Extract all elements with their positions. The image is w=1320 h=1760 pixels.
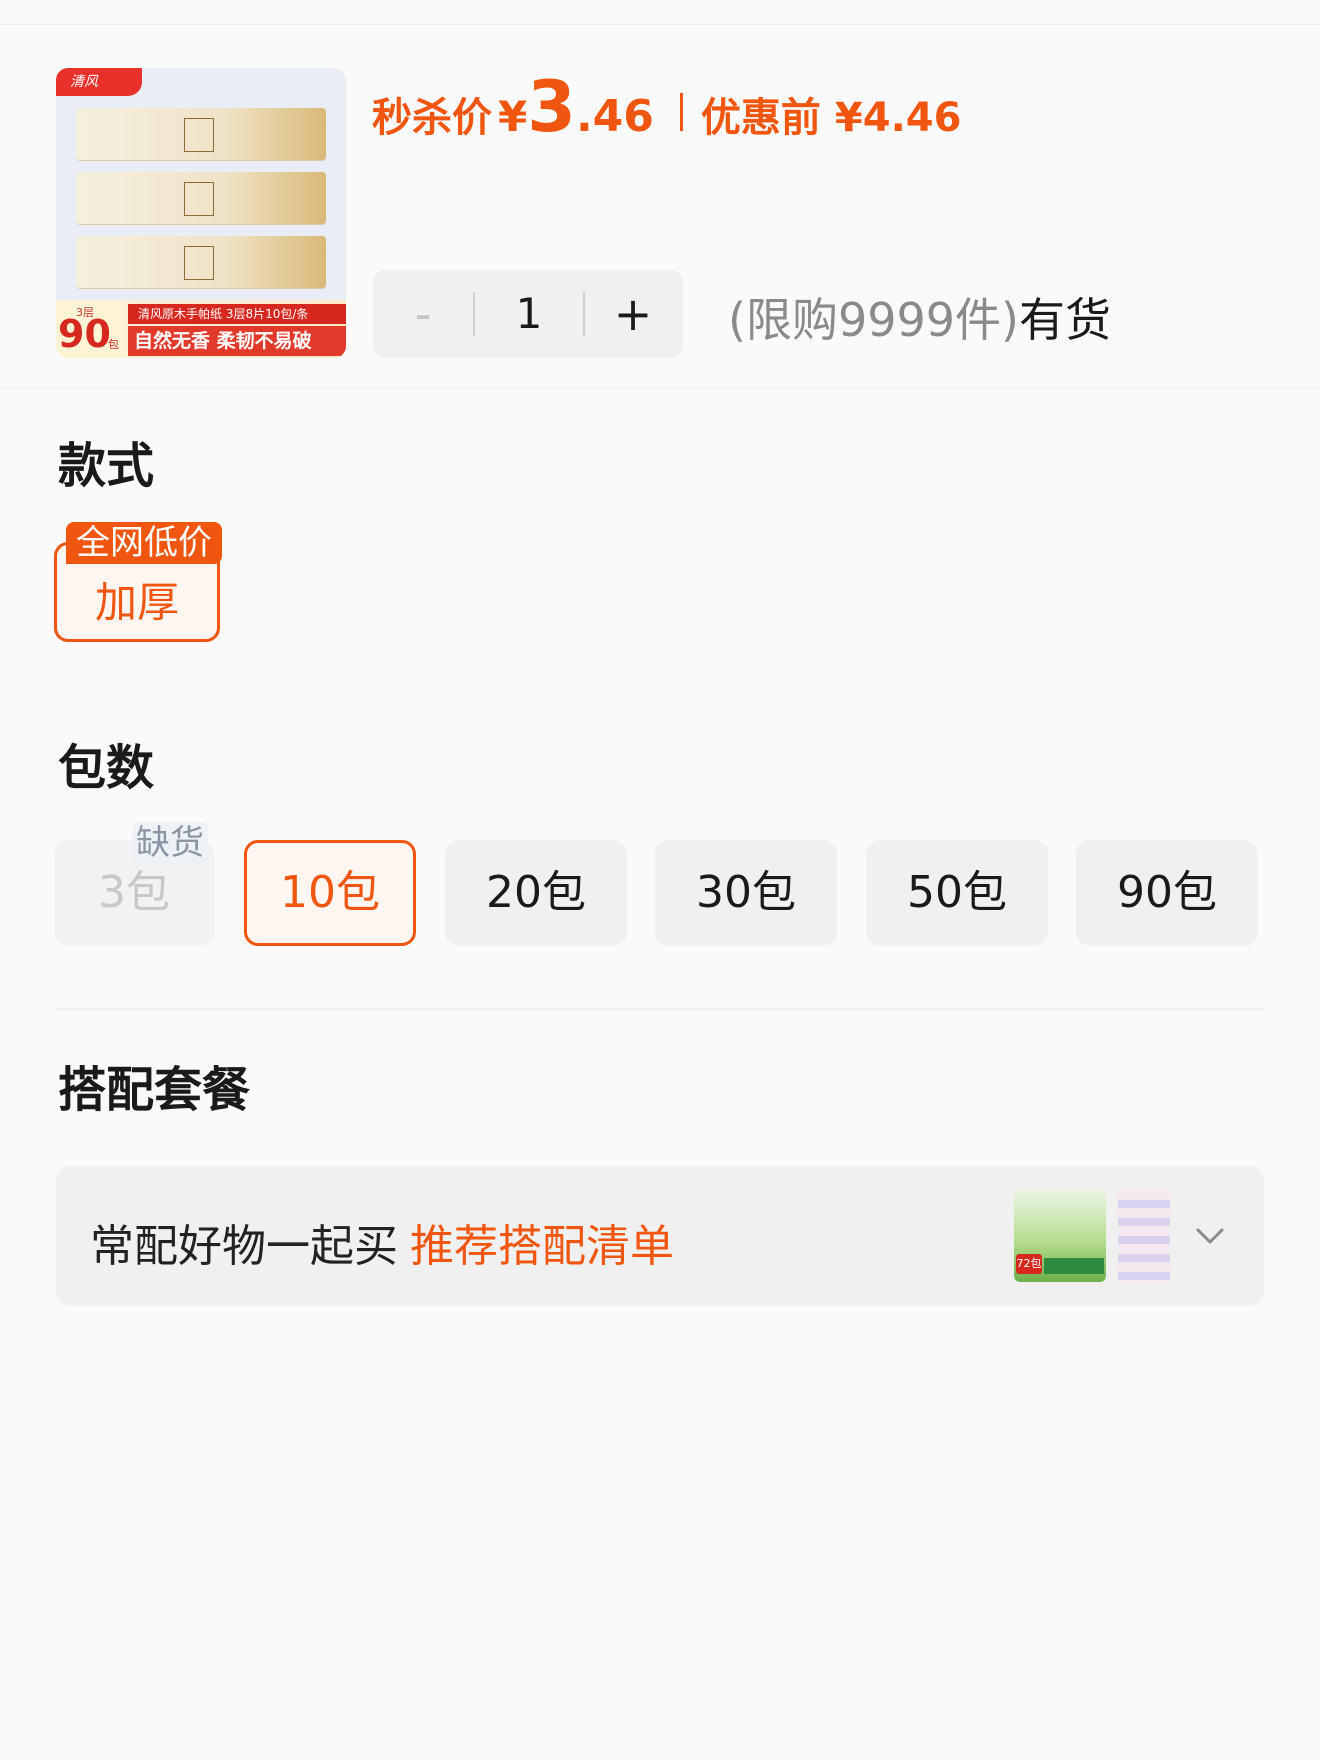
- purchase-limit: (限购9999件): [728, 293, 1019, 347]
- flash-price-integer: 3: [527, 66, 576, 148]
- pack-count: 90: [58, 312, 111, 356]
- pack-option-10[interactable]: 10包: [244, 840, 416, 946]
- section-divider: [56, 1008, 1264, 1010]
- pack-option-90[interactable]: 90包: [1076, 840, 1258, 946]
- tissue-pack-image: [76, 236, 326, 288]
- tissue-pack-image: [76, 172, 326, 224]
- combo-link[interactable]: 推荐搭配清单: [410, 1221, 674, 1272]
- section-divider: [0, 388, 1320, 389]
- product-thumbnail[interactable]: 清风 3层 90 包 清风原木手帕纸 3层8片10包/条 自然无香 柔韧不易破: [56, 68, 346, 358]
- flash-price-decimal: .46: [575, 91, 654, 142]
- top-divider: [0, 0, 1320, 25]
- pack-section-title: 包数: [58, 740, 155, 796]
- original-price: ¥4.46: [834, 95, 962, 141]
- increase-button[interactable]: +: [583, 270, 683, 358]
- flash-price-label: 秒杀价: [372, 95, 492, 141]
- combo-badge: 72包: [1016, 1254, 1042, 1274]
- pack-option-20[interactable]: 20包: [445, 840, 627, 946]
- combo-product-thumbnail[interactable]: [1118, 1190, 1170, 1282]
- decrease-button[interactable]: -: [373, 270, 473, 358]
- style-section-title: 款式: [58, 438, 155, 494]
- combo-product-thumbnail[interactable]: 72包: [1014, 1190, 1106, 1282]
- thumbnail-banner: 3层 90 包 清风原木手帕纸 3层8片10包/条 自然无香 柔韧不易破: [56, 300, 346, 358]
- brand-logo: 清风: [56, 68, 142, 96]
- stock-status: 有货: [1018, 293, 1111, 347]
- quantity-input[interactable]: 1: [475, 270, 583, 358]
- out-of-stock-badge: 缺货: [132, 822, 208, 864]
- style-option-label: 加厚: [94, 578, 179, 627]
- thumbnail-desc-line2: 自然无香 柔韧不易破: [128, 326, 346, 356]
- pack-count-unit: 包: [108, 338, 119, 351]
- thumbnail-strip: [1044, 1258, 1104, 1274]
- combo-text: 常配好物一起买 推荐搭配清单: [90, 1210, 674, 1274]
- currency-symbol: ¥: [498, 92, 528, 141]
- thumbnail-desc-line1: 清风原木手帕纸 3层8片10包/条: [128, 304, 346, 324]
- combo-recommend-bar[interactable]: 常配好物一起买 推荐搭配清单 72包: [56, 1166, 1264, 1306]
- price-divider: [679, 93, 683, 131]
- price-row: 秒杀价 ¥3.46 优惠前 ¥4.46: [372, 66, 961, 148]
- pack-option-50[interactable]: 50包: [866, 840, 1048, 946]
- quantity-stepper: - 1 +: [373, 270, 683, 358]
- combo-prefix: 常配好物一起买: [90, 1221, 398, 1272]
- lowest-price-badge: 全网低价: [66, 522, 222, 564]
- combo-section-title: 搭配套餐: [58, 1062, 251, 1118]
- pack-option-30[interactable]: 30包: [655, 840, 837, 946]
- chevron-down-icon[interactable]: [1186, 1212, 1234, 1260]
- original-price-label: 优惠前: [700, 95, 821, 141]
- stock-info: (限购9999件)有货: [728, 284, 1111, 350]
- tissue-pack-image: [76, 108, 326, 160]
